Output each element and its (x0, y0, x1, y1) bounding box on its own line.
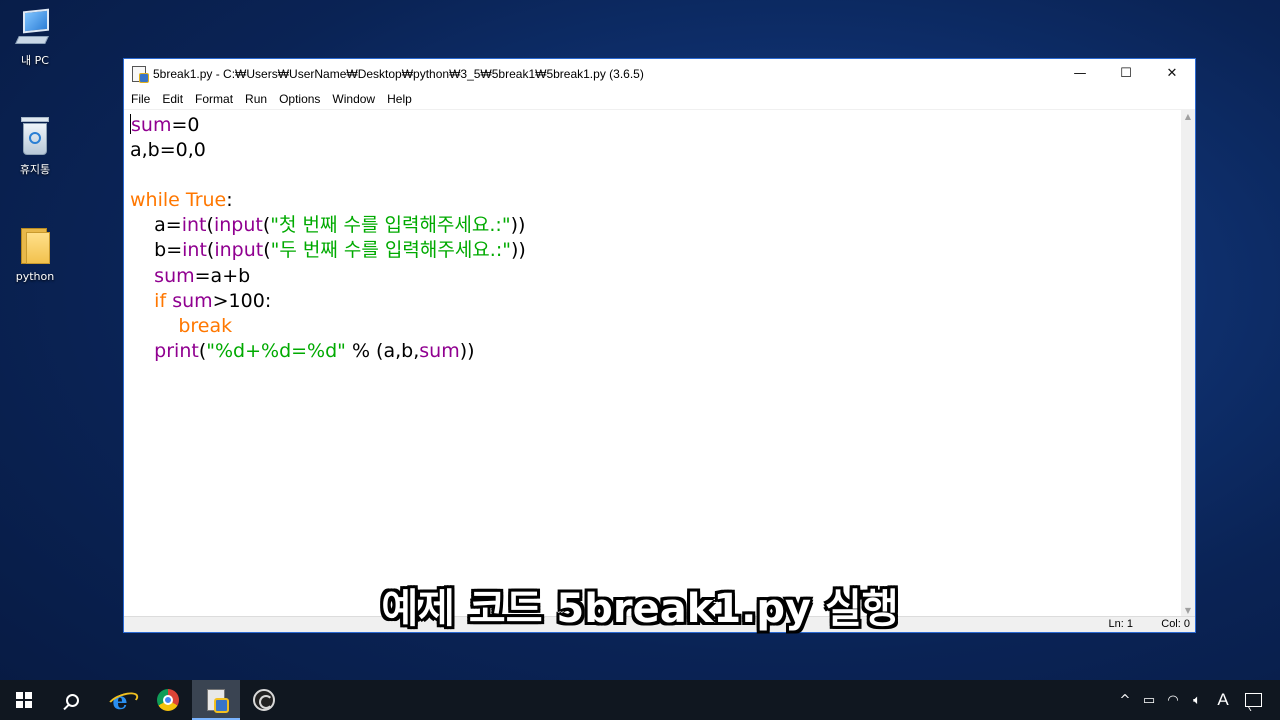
code-line[interactable]: print("%d+%d=%d" % (a,b,sum)) (130, 339, 1182, 364)
code-line[interactable]: break (130, 314, 1182, 339)
system-tray: ^ ▭ ◠ 🔈︎ A (1113, 680, 1280, 720)
desktop-icon-recycle-bin[interactable]: 휴지통 (0, 115, 70, 177)
desktop-icon-label: 내 PC (21, 54, 49, 67)
obs-icon (253, 689, 275, 711)
search-icon (65, 693, 79, 707)
menu-file[interactable]: File (126, 88, 157, 110)
menu-format[interactable]: Format (190, 88, 240, 110)
python-file-icon (132, 65, 149, 83)
start-button[interactable] (0, 680, 48, 720)
maximize-button[interactable]: ☐ (1103, 59, 1149, 88)
menu-options[interactable]: Options (274, 88, 327, 110)
window-controls: — ☐ ✕ (1057, 59, 1195, 88)
code-line[interactable]: a,b=0,0 (130, 138, 1182, 163)
code-line[interactable]: sum=a+b (130, 264, 1182, 289)
window-title: 5break1.py - C:₩Users₩UserName₩Desktop₩p… (153, 66, 644, 81)
desktop-icon-label: 휴지통 (19, 163, 51, 176)
taskbar-internet-explorer[interactable]: e (96, 680, 144, 720)
menu-edit[interactable]: Edit (157, 88, 190, 110)
code-line[interactable]: while True: (130, 188, 1182, 213)
code-area[interactable]: sum=0 a,b=0,0 while True: a=int(input("첫 번… (124, 110, 1182, 364)
taskbar-chrome[interactable] (144, 680, 192, 720)
windows-start-icon (16, 692, 32, 708)
title-bar[interactable]: 5break1.py - C:₩Users₩UserName₩Desktop₩p… (124, 59, 1195, 88)
scroll-up-icon[interactable]: ▲ (1181, 110, 1195, 124)
taskbar: e ^ ▭ ◠ 🔈︎ A (0, 680, 1280, 720)
menu-bar: File Edit Format Run Options Window Help (124, 88, 1195, 110)
ime-indicator[interactable]: A (1209, 690, 1237, 710)
vertical-scrollbar[interactable]: ▲ ▼ (1181, 110, 1195, 618)
python-idle-icon (207, 689, 229, 713)
action-center-icon[interactable] (1245, 693, 1262, 707)
recycle-bin-icon (18, 115, 52, 157)
menu-help[interactable]: Help (382, 88, 419, 110)
desktop-icon-my-pc[interactable]: 내 PC (0, 8, 70, 68)
search-button[interactable] (48, 680, 96, 720)
chrome-icon (157, 689, 179, 711)
idle-editor-window: 5break1.py - C:₩Users₩UserName₩Desktop₩p… (123, 58, 1196, 633)
desktop-icon-label: python (15, 270, 55, 283)
code-line[interactable]: a=int(input("첫 번째 수를 입력해주세요.:")) (130, 213, 1182, 238)
close-button[interactable]: ✕ (1149, 59, 1195, 88)
internet-explorer-icon: e (112, 685, 128, 715)
minimize-button[interactable]: — (1057, 59, 1103, 88)
code-line[interactable]: if sum>100: (130, 289, 1182, 314)
taskbar-obs[interactable] (240, 680, 288, 720)
desktop-icon-python-folder[interactable]: python (0, 226, 70, 283)
show-hidden-icons-chevron-icon[interactable]: ^ (1113, 693, 1137, 708)
battery-icon[interactable]: ▭ (1137, 693, 1161, 708)
code-line[interactable] (130, 163, 1182, 188)
menu-window[interactable]: Window (327, 88, 382, 110)
code-line[interactable]: sum=0 (130, 113, 1182, 138)
video-subtitle: 예제 코드 5break1.py 실행 (381, 586, 899, 632)
code-editor[interactable]: sum=0 a,b=0,0 while True: a=int(input("첫 번… (124, 110, 1182, 618)
folder-icon (18, 226, 52, 266)
menu-run[interactable]: Run (240, 88, 274, 110)
computer-icon (15, 8, 55, 48)
code-line[interactable]: b=int(input("두 번째 수를 입력해주세요.:")) (130, 238, 1182, 263)
volume-icon[interactable]: 🔈︎ (1185, 693, 1209, 708)
wifi-icon[interactable]: ◠ (1161, 693, 1185, 708)
taskbar-python-idle[interactable] (192, 680, 240, 720)
